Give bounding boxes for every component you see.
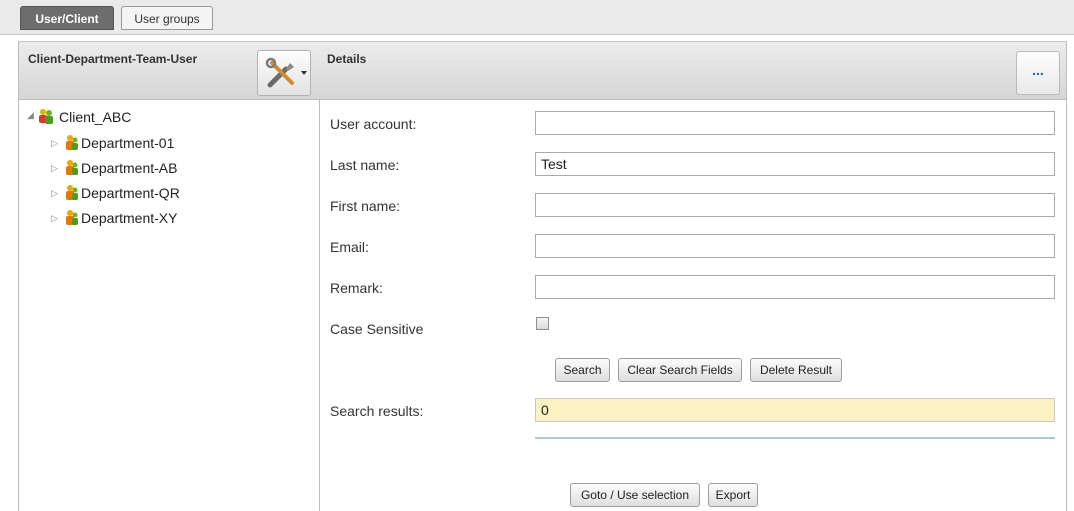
remark-label: Remark: xyxy=(330,280,383,296)
first-name-input[interactable] xyxy=(535,193,1055,217)
department-icon xyxy=(66,210,78,225)
more-options-button[interactable]: ... xyxy=(1016,51,1060,95)
hierarchy-panel: Client-Department-Team-User ◢ Client_ABC xyxy=(18,41,320,511)
results-separator xyxy=(535,437,1055,439)
tree-node-label: Department-AB xyxy=(81,160,178,176)
hierarchy-panel-header: Client-Department-Team-User xyxy=(19,41,319,100)
tree-node-label: Client_ABC xyxy=(59,109,132,125)
department-icon xyxy=(66,185,78,200)
tree-node-label: Department-01 xyxy=(81,135,175,151)
tab-bar: User/Client User groups xyxy=(0,0,1074,35)
collapsed-arrow-icon[interactable]: ▷ xyxy=(51,183,61,198)
details-panel-header: Details ... xyxy=(318,41,1066,100)
case-sensitive-label: Case Sensitive xyxy=(330,321,424,337)
search-results-count xyxy=(535,398,1055,422)
remark-input[interactable] xyxy=(535,275,1055,299)
delete-result-button[interactable]: Delete Result xyxy=(750,358,842,382)
hierarchy-tree: ◢ Client_ABC ▷ Department-01 ▷ Departmen… xyxy=(19,101,319,511)
first-name-label: First name: xyxy=(330,198,401,214)
client-group-icon xyxy=(39,109,53,124)
tab-user-groups[interactable]: User groups xyxy=(121,6,213,30)
department-icon xyxy=(66,135,78,150)
search-button[interactable]: Search xyxy=(555,358,610,382)
chevron-down-icon xyxy=(301,71,307,75)
user-account-input[interactable] xyxy=(535,111,1055,135)
collapsed-arrow-icon[interactable]: ▷ xyxy=(51,208,61,223)
collapsed-arrow-icon[interactable]: ▷ xyxy=(51,133,61,148)
email-label: Email: xyxy=(330,239,369,255)
tree-node-label: Department-XY xyxy=(81,210,178,226)
last-name-input[interactable] xyxy=(535,152,1055,176)
tab-user-client[interactable]: User/Client xyxy=(20,6,114,30)
details-panel: Details ... User account: Last name: Fir… xyxy=(318,41,1067,511)
last-name-label: Last name: xyxy=(330,157,400,173)
case-sensitive-checkbox[interactable] xyxy=(536,317,549,330)
user-account-label: User account: xyxy=(330,116,417,132)
collapsed-arrow-icon[interactable]: ▷ xyxy=(51,158,61,173)
hierarchy-panel-title: Client-Department-Team-User xyxy=(28,52,198,66)
details-panel-title: Details xyxy=(327,52,367,66)
clear-search-fields-button[interactable]: Clear Search Fields xyxy=(618,358,742,382)
expanded-arrow-icon[interactable]: ◢ xyxy=(27,105,37,120)
tools-icon xyxy=(265,57,307,88)
department-icon xyxy=(66,160,78,175)
export-button[interactable]: Export xyxy=(708,483,758,507)
search-results-label: Search results: xyxy=(330,403,424,419)
goto-use-selection-button[interactable]: Goto / Use selection xyxy=(570,483,700,507)
tree-node-label: Department-QR xyxy=(81,185,180,201)
tools-menu-button[interactable] xyxy=(257,50,311,96)
email-input[interactable] xyxy=(535,234,1055,258)
